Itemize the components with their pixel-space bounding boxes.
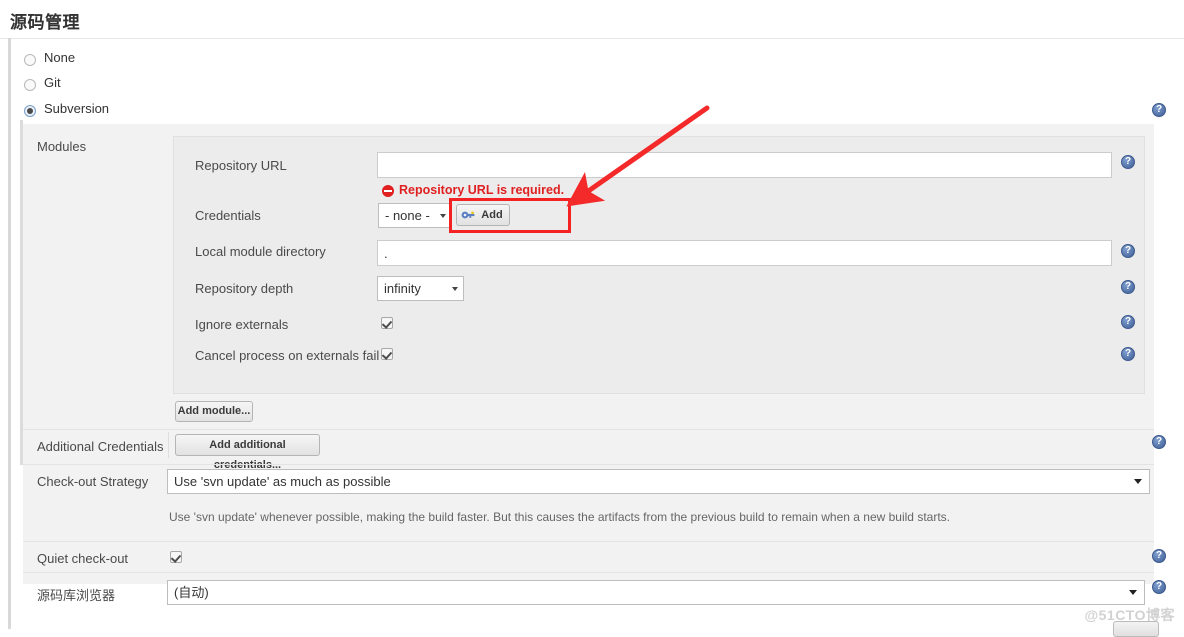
local-module-directory-input[interactable] bbox=[377, 240, 1112, 266]
key-icon bbox=[461, 211, 475, 219]
chevron-down-icon-strategy bbox=[1134, 479, 1142, 484]
repository-depth-label: Repository depth bbox=[195, 281, 294, 296]
divider-modules bbox=[23, 429, 1154, 430]
repository-url-label: Repository URL bbox=[195, 158, 287, 173]
subversion-left-rail bbox=[20, 120, 23, 465]
title-bar: 源码管理 bbox=[0, 0, 1184, 39]
ignore-externals-checkbox[interactable] bbox=[381, 317, 393, 329]
ignore-externals-label: Ignore externals bbox=[195, 317, 289, 332]
repository-depth-select[interactable]: infinity bbox=[377, 276, 464, 301]
local-module-directory-label: Local module directory bbox=[195, 244, 326, 259]
repository-browser-label: 源码库浏览器 bbox=[37, 588, 116, 603]
checkout-strategy-label: Check-out Strategy bbox=[37, 474, 149, 489]
help-icon-subversion[interactable]: ? bbox=[1152, 103, 1166, 117]
quiet-checkout-label: Quiet check-out bbox=[37, 551, 129, 566]
add-additional-credentials-button[interactable]: Add additional credentials... bbox=[175, 434, 320, 471]
repository-browser-value: (自动) bbox=[174, 585, 209, 600]
checkout-strategy-help-text: Use 'svn update' whenever possible, maki… bbox=[169, 510, 950, 524]
radio-subversion-indicator[interactable] bbox=[24, 105, 36, 117]
left-rail bbox=[8, 38, 11, 629]
scm-radio-none-label: None bbox=[44, 50, 76, 65]
chevron-down-icon-browser bbox=[1129, 590, 1137, 595]
cancel-process-checkbox[interactable] bbox=[381, 348, 393, 360]
help-icon-ignore-externals[interactable]: ? bbox=[1121, 315, 1135, 329]
quiet-checkout-checkbox[interactable] bbox=[170, 551, 182, 563]
scm-radio-subversion-label: Subversion bbox=[44, 101, 110, 116]
scm-radio-git-label: Git bbox=[44, 75, 61, 90]
repository-browser-select[interactable]: (自动) bbox=[167, 580, 1145, 605]
row-separator-1 bbox=[168, 432, 169, 458]
radio-none-indicator[interactable] bbox=[24, 54, 36, 66]
help-icon-repository-url[interactable]: ? bbox=[1121, 155, 1135, 169]
page-title: 源码管理 bbox=[10, 13, 80, 32]
additional-credentials-label: Additional Credentials bbox=[37, 439, 164, 454]
help-icon-quiet-checkout[interactable]: ? bbox=[1152, 549, 1166, 563]
credentials-label: Credentials bbox=[195, 208, 261, 223]
chevron-down-icon-credentials bbox=[440, 214, 446, 218]
modules-section-label: Modules bbox=[37, 139, 87, 154]
help-icon-additional-credentials[interactable]: ? bbox=[1152, 435, 1166, 449]
help-icon-local-module-directory[interactable]: ? bbox=[1121, 244, 1135, 258]
help-icon-repository-browser[interactable]: ? bbox=[1152, 580, 1166, 594]
credentials-select-value: - none - bbox=[385, 208, 430, 223]
partial-bottom-button[interactable] bbox=[1113, 621, 1159, 637]
scm-config-page: 源码管理 None Git Subversion ? Modules Repos… bbox=[0, 0, 1184, 637]
checkout-strategy-value: Use 'svn update' as much as possible bbox=[174, 474, 391, 489]
repository-url-error-text: Repository URL is required. bbox=[399, 183, 565, 197]
cancel-process-label: Cancel process on externals fail bbox=[195, 348, 380, 363]
divider-strategy bbox=[23, 541, 1154, 542]
add-module-button[interactable]: Add module... bbox=[175, 401, 253, 422]
divider-additional-credentials bbox=[23, 464, 1154, 465]
help-icon-cancel-process[interactable]: ? bbox=[1121, 347, 1135, 361]
checkout-strategy-select[interactable]: Use 'svn update' as much as possible bbox=[167, 469, 1150, 494]
help-icon-repository-depth[interactable]: ? bbox=[1121, 280, 1135, 294]
divider-quiet bbox=[23, 572, 1154, 573]
chevron-down-icon-depth bbox=[452, 287, 458, 291]
error-circle-icon bbox=[382, 185, 394, 197]
repository-depth-value: infinity bbox=[384, 281, 421, 296]
radio-git-indicator[interactable] bbox=[24, 79, 36, 91]
credentials-select[interactable]: - none - bbox=[378, 203, 452, 228]
repository-url-input[interactable] bbox=[377, 152, 1112, 178]
